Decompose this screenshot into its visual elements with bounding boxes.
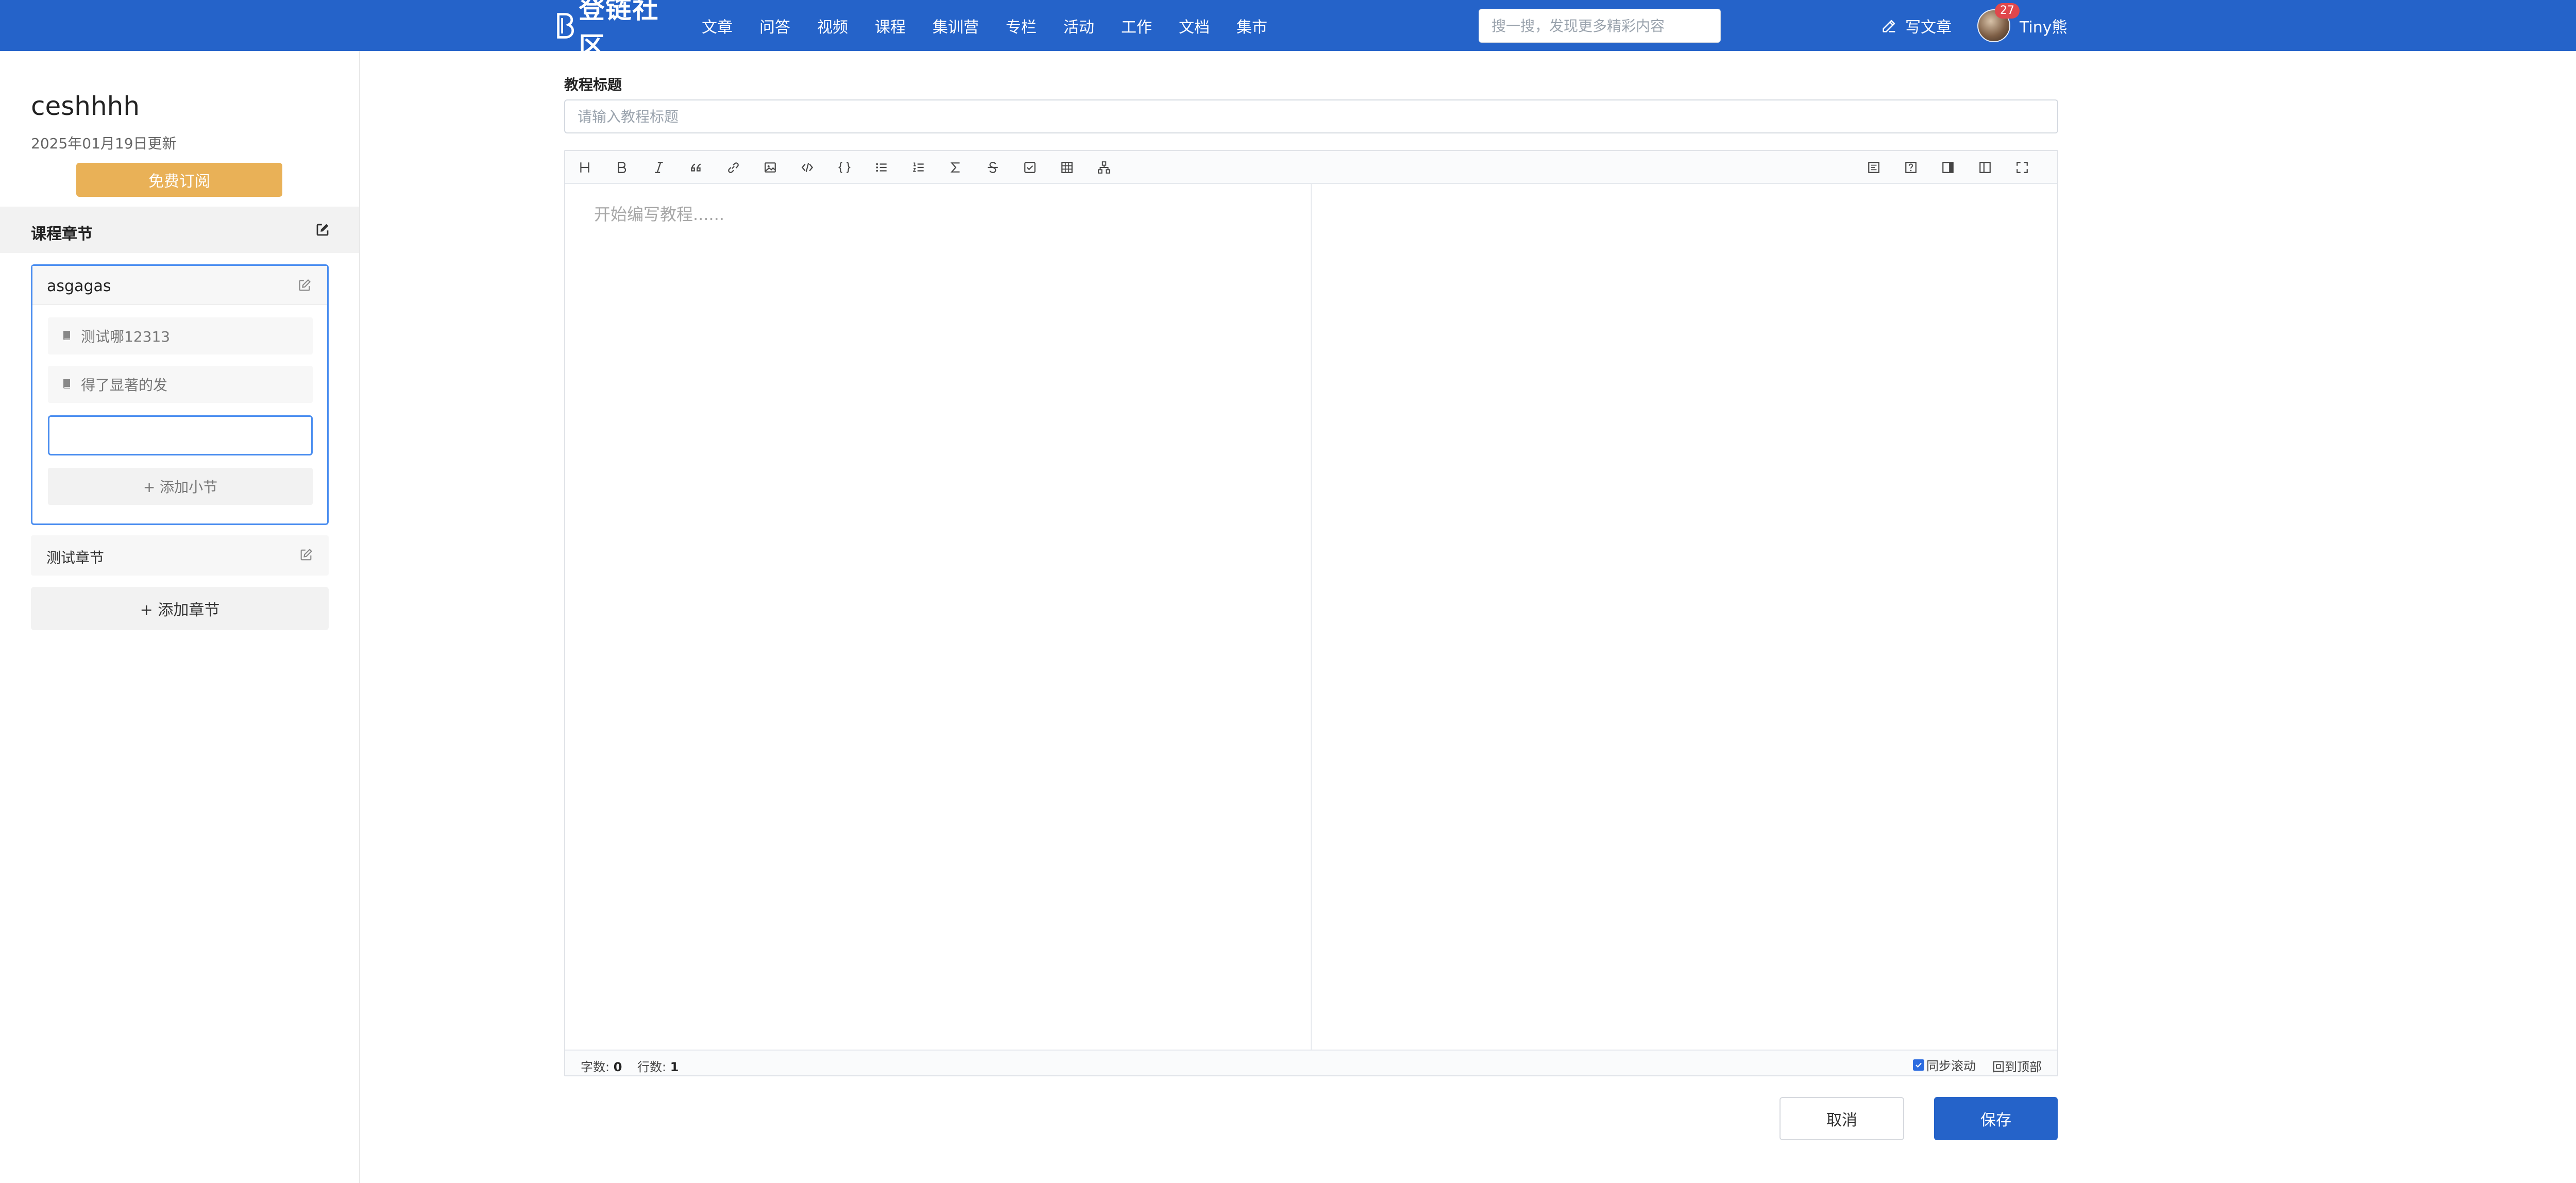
diagram-icon[interactable] [1094,157,1114,178]
task-list-icon[interactable] [1020,157,1040,178]
add-chapter-button[interactable]: + 添加章节 [31,587,329,630]
chapters-header: 课程章节 [0,207,359,253]
edit-chapters-icon[interactable] [315,222,330,240]
unordered-list-icon[interactable] [871,157,892,178]
markdown-editor: 字数: 0 行数: 1 同步滚动 回到顶部 [564,150,2058,1076]
tutorial-title-input[interactable] [564,99,2058,133]
image-icon[interactable] [760,157,781,178]
write-article-label: 写文章 [1905,18,1952,37]
chapter-item[interactable]: 测试章节 [31,535,329,576]
user-menu[interactable]: 27 Tiny熊 [1977,0,2067,51]
pen-icon [1883,20,1895,32]
editor-only-icon[interactable] [1975,157,1995,178]
help-icon[interactable] [1901,157,1921,178]
logo-mark-icon [557,13,574,39]
nav-item-market[interactable]: 集市 [1236,14,1267,37]
avatar[interactable]: 27 [1977,3,2020,42]
save-button[interactable]: 保存 [1934,1097,2058,1140]
chapter-name: 测试章节 [46,549,105,566]
nav-item-courses[interactable]: 课程 [875,14,906,37]
add-section-button[interactable]: + 添加小节 [48,468,313,505]
new-section-input[interactable] [48,415,313,455]
editor-status-bar: 字数: 0 行数: 1 同步滚动 回到顶部 [565,1050,2057,1075]
formula-icon[interactable] [945,157,966,178]
word-count: 字数: 0 [581,1060,622,1074]
book-icon [63,379,70,388]
section-item[interactable]: 得了显著的发 [48,366,313,403]
editor-input-pane [565,184,1312,1051]
code-block-icon[interactable] [834,157,855,178]
code-icon[interactable] [797,157,818,178]
toc-icon[interactable] [1863,157,1884,178]
sync-scroll-label: 同步滚动 [1926,1059,1976,1073]
top-navigation-bar: 登链社区 文章 问答 视频 课程 集训营 专栏 活动 工作 文档 集市 写文章 … [0,0,2576,61]
preview-only-icon[interactable] [1938,157,1958,178]
table-icon[interactable] [1057,157,1077,178]
section-title: 得了显著的发 [81,377,168,394]
chapter-header[interactable]: asgagas [32,266,327,305]
chapter-name: asgagas [47,277,111,295]
nav-item-qa[interactable]: 问答 [759,14,790,37]
course-updated-date: 2025年01月19日更新 [31,135,177,152]
nav-item-bootcamp[interactable]: 集训营 [933,14,979,37]
nav-item-columns[interactable]: 专栏 [1006,14,1037,37]
nav-item-articles[interactable]: 文章 [702,14,733,37]
edit-chapter-icon[interactable] [299,548,313,564]
notification-badge[interactable]: 27 [1995,3,2020,19]
editor-preview-pane [1312,184,2058,1051]
editor-toolbar [565,151,2057,184]
site-logo[interactable]: 登链社区 [555,0,679,61]
quote-icon[interactable] [686,157,706,178]
edit-chapter-icon[interactable] [297,278,312,295]
sync-scroll-checkbox[interactable] [1913,1059,1924,1071]
strikethrough-icon[interactable] [982,157,1003,178]
section-item[interactable]: 测试哪12313 [48,317,313,354]
editor-textarea[interactable] [565,184,1311,1051]
book-icon [63,331,70,340]
italic-icon[interactable] [649,157,669,178]
title-label: 教程标题 [564,76,622,93]
back-to-top-link[interactable]: 回到顶部 [1992,1057,2042,1075]
chapter-card-active: asgagas 测试哪12313 得了显著的发 + 添加小节 [31,264,329,525]
nav-item-videos[interactable]: 视频 [817,14,848,37]
ordered-list-icon[interactable] [908,157,929,178]
logo-text: 登链社区 [579,0,659,61]
search-input[interactable] [1479,9,1721,43]
username[interactable]: Tiny熊 [2020,14,2067,37]
line-count: 行数: 1 [637,1060,679,1074]
nav-item-jobs[interactable]: 工作 [1121,14,1152,37]
nav-item-events[interactable]: 活动 [1063,14,1094,37]
write-article-button[interactable]: 写文章 [1880,0,1952,51]
heading-icon[interactable] [574,157,595,178]
course-sidebar: ceshhhh 2025年01月19日更新 免费订阅 课程章节 asgagas … [0,51,360,1183]
fullscreen-icon[interactable] [2012,157,2032,178]
section-title: 测试哪12313 [81,328,171,345]
sync-scroll-toggle[interactable]: 同步滚动 [1913,1056,1976,1074]
link-icon[interactable] [723,157,743,178]
subscribe-button[interactable]: 免费订阅 [76,163,282,197]
course-title: ceshhhh [31,91,140,121]
nav-item-docs[interactable]: 文档 [1179,14,1210,37]
chapters-heading: 课程章节 [31,225,93,243]
main-nav: 文章 问答 视频 课程 集训营 专栏 活动 工作 文档 集市 [702,0,1267,51]
bold-icon[interactable] [612,157,632,178]
cancel-button[interactable]: 取消 [1780,1097,1904,1140]
